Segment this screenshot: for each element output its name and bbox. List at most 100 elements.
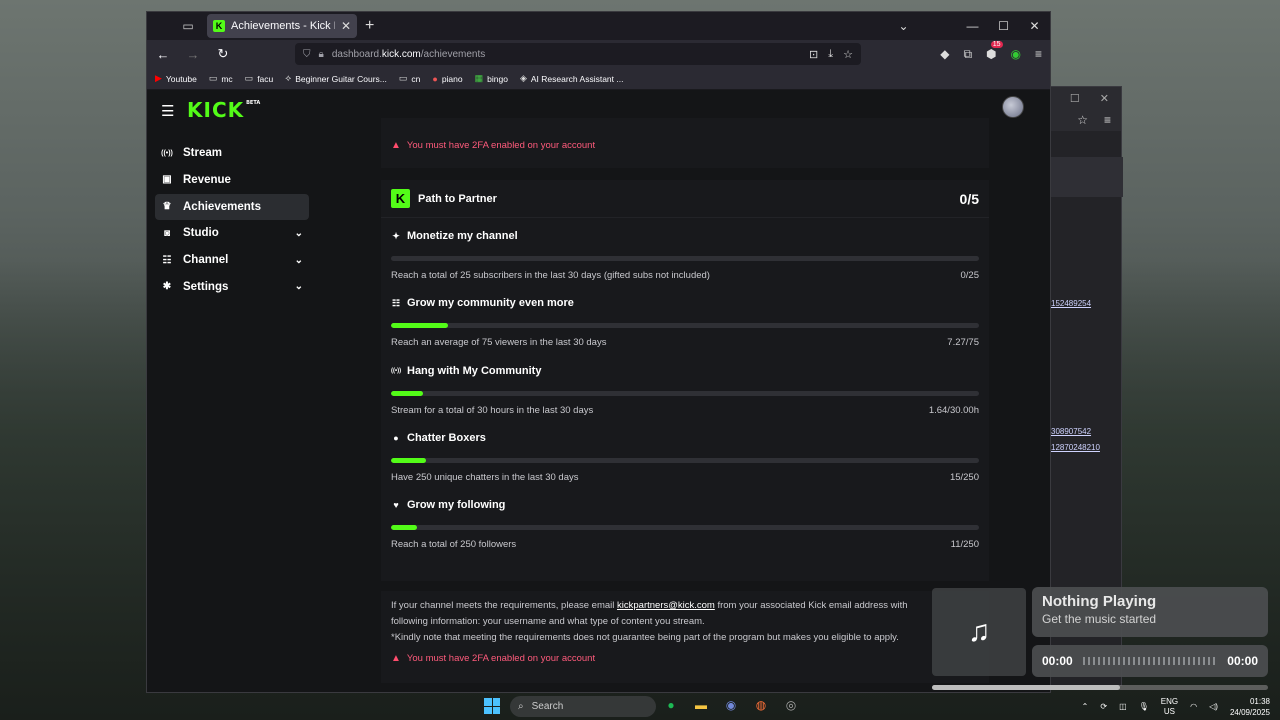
bookmark-ai-research[interactable]: ◈ AI Research Assistant ... bbox=[520, 73, 624, 84]
menu-icon[interactable]: ≡ bbox=[1104, 113, 1111, 127]
bg-link-3[interactable]: 12870248210 bbox=[1051, 443, 1100, 452]
media-time-end: 00:00 bbox=[1227, 654, 1258, 668]
bg-link-2[interactable]: 308907542 bbox=[1051, 427, 1091, 436]
logo-text: KICK bbox=[187, 98, 245, 122]
bookmark-mc[interactable]: ▭ mc bbox=[209, 73, 233, 84]
translate-icon[interactable]: ⊡ bbox=[809, 48, 818, 61]
sidebar-item-studio[interactable]: ◙ Studio ⌄ bbox=[155, 220, 309, 246]
extension-icon[interactable]: ◆ bbox=[940, 47, 949, 61]
spotify-icon[interactable]: ● bbox=[663, 696, 679, 714]
maximize-icon[interactable]: ☐ bbox=[988, 19, 1019, 33]
chevron-up-icon[interactable]: ⌃ bbox=[1082, 702, 1089, 711]
goal-progress-fill bbox=[391, 390, 424, 396]
tab-list-icon[interactable]: ▭ bbox=[175, 16, 201, 36]
sidebar-item-label: Revenue bbox=[183, 173, 231, 186]
email-link[interactable]: kickpartners@kick.com bbox=[617, 600, 715, 611]
bg-link-1[interactable]: 152489254 bbox=[1051, 299, 1091, 308]
media-info-panel[interactable]: Nothing Playing Get the music started bbox=[1032, 587, 1268, 637]
bookmark-label: facu bbox=[257, 73, 274, 84]
restore-icon[interactable]: ☐ bbox=[1070, 92, 1080, 105]
youtube-icon: ▶ bbox=[155, 73, 162, 83]
bookmark-youtube[interactable]: ▶ Youtube bbox=[155, 73, 197, 84]
menu-icon[interactable]: ≡ bbox=[1035, 47, 1042, 61]
language-indicator[interactable]: ENG US bbox=[1161, 697, 1178, 717]
sidebar-item-settings[interactable]: ✱ Settings ⌄ bbox=[155, 274, 309, 300]
media-title: Nothing Playing bbox=[1042, 593, 1157, 610]
link-icon: ⟡ bbox=[285, 73, 292, 83]
shield-icon[interactable]: ⛉ bbox=[303, 49, 311, 60]
kick-favicon-icon: K bbox=[213, 20, 225, 32]
broadcast-icon: ((•)) bbox=[391, 367, 402, 374]
sidebar-item-achievements[interactable]: ♛ Achievements bbox=[155, 193, 309, 220]
microphone-icon[interactable]: 🎙︎ bbox=[1139, 702, 1149, 711]
sidebar-item-label: Studio bbox=[183, 227, 219, 240]
sidebar: ((•)) Stream ▣ Revenue ♛ Achievements ◙ Studio ⌄… bbox=[155, 140, 309, 301]
goal-title: Hang with My Community bbox=[407, 364, 542, 377]
new-tab-icon[interactable]: + bbox=[365, 17, 374, 35]
media-album-art[interactable]: ♫ bbox=[932, 588, 1026, 676]
warning-text: You must have 2FA enabled on your accoun… bbox=[406, 140, 596, 151]
bookmark-cn[interactable]: ▭ cn bbox=[399, 73, 421, 84]
bookmark-guitar[interactable]: ⟡ Beginner Guitar Cours... bbox=[285, 73, 387, 84]
user-avatar[interactable] bbox=[1002, 96, 1024, 118]
sync-icon[interactable]: ⟳ bbox=[1100, 702, 1107, 711]
media-waveform[interactable] bbox=[1082, 657, 1218, 665]
discord-icon[interactable]: ◉ bbox=[723, 696, 739, 714]
steam-icon[interactable]: ◎ bbox=[783, 696, 799, 714]
clock-time: 01:38 bbox=[1249, 696, 1270, 706]
firefox-icon[interactable]: ◍ bbox=[753, 696, 769, 714]
search-icon: ⌕ bbox=[518, 701, 524, 712]
kick-logo[interactable]: KICK BETA bbox=[187, 98, 260, 122]
url-prefix: dashboard. bbox=[331, 48, 382, 60]
media-seek-bar[interactable] bbox=[932, 685, 1268, 690]
media-subtitle: Get the music started bbox=[1042, 612, 1157, 626]
windows-start-icon[interactable] bbox=[484, 698, 500, 714]
forward-icon[interactable]: → bbox=[185, 47, 201, 62]
goal-footer: Reach a total of 25 subscribers in the l… bbox=[391, 270, 979, 281]
back-icon[interactable]: ← bbox=[155, 47, 171, 62]
goal-footer: Reach an average of 75 viewers in the la… bbox=[391, 337, 979, 348]
taskbar-search[interactable]: ⌕ Search bbox=[510, 696, 656, 717]
sidebar-item-revenue[interactable]: ▣ Revenue bbox=[155, 167, 309, 193]
media-seek-fill bbox=[932, 685, 1121, 690]
wifi-icon[interactable]: ◠ bbox=[1190, 702, 1197, 711]
minimize-icon[interactable]: — bbox=[957, 19, 988, 33]
vpn-icon[interactable]: ◉ bbox=[1011, 47, 1021, 61]
goal-value: 11/250 bbox=[950, 539, 979, 551]
trophy-icon: ♛ bbox=[162, 201, 172, 213]
bookmark-piano[interactable]: ● piano bbox=[432, 74, 462, 84]
bookmark-facu[interactable]: ▭ facu bbox=[245, 73, 274, 84]
info-line-3: *Kindly note that meeting the requiremen… bbox=[391, 632, 899, 643]
sidebar-item-channel[interactable]: ☷ Channel ⌄ bbox=[155, 247, 309, 273]
tab-title: Achievements - Kick Dashboard bbox=[231, 20, 335, 32]
volume-icon[interactable]: ◁) bbox=[1209, 702, 1218, 711]
clock[interactable]: 01:38 24/09/2025 bbox=[1230, 696, 1270, 718]
close-icon[interactable]: ✕ bbox=[1019, 19, 1050, 33]
file-explorer-icon[interactable]: ▬ bbox=[693, 696, 709, 714]
close-icon[interactable]: ✕ bbox=[1100, 92, 1109, 105]
reload-icon[interactable]: ↻ bbox=[215, 46, 231, 62]
goal-header: ☷ Grow my community even more bbox=[391, 297, 979, 309]
info-text: from your associated Kick email address … bbox=[714, 600, 908, 611]
chevron-down-icon[interactable]: ⌄ bbox=[888, 19, 919, 33]
goal-title: Grow my following bbox=[407, 499, 506, 512]
hamburger-menu-icon[interactable]: ☰ bbox=[161, 102, 174, 120]
ublock-icon[interactable]: ⬢ 15 bbox=[986, 41, 1003, 61]
kick-k-icon: K bbox=[391, 189, 410, 208]
goal-title: Chatter Boxers bbox=[407, 431, 486, 444]
bookmark-bingo[interactable]: ▦ bingo bbox=[475, 73, 508, 84]
sidebar-item-stream[interactable]: ((•)) Stream bbox=[155, 140, 309, 166]
download-icon[interactable]: ⤓ bbox=[828, 48, 833, 61]
url-bar[interactable]: ⛉ 🔒︎ dashboard.kick.com/achievements ⊡ ⤓… bbox=[295, 43, 861, 65]
tab-close-icon[interactable]: ✕ bbox=[341, 19, 351, 33]
tab-bar: ▭ K Achievements - Kick Dashboard ✕ + ⌄ … bbox=[147, 12, 1050, 40]
tab-achievements[interactable]: K Achievements - Kick Dashboard ✕ bbox=[207, 14, 357, 38]
network-app-icon[interactable]: ◫ bbox=[1119, 702, 1127, 711]
goal-progress-bar bbox=[391, 457, 979, 463]
info-line-2: following information: your username and… bbox=[391, 616, 705, 627]
puzzle-icon[interactable]: ⧉ bbox=[963, 47, 972, 62]
bookmark-star-icon[interactable]: ☆ bbox=[843, 48, 853, 61]
lock-icon[interactable]: 🔒︎ bbox=[319, 49, 324, 60]
goal-progress-fill bbox=[391, 457, 427, 463]
star-icon[interactable]: ☆ bbox=[1077, 113, 1088, 127]
